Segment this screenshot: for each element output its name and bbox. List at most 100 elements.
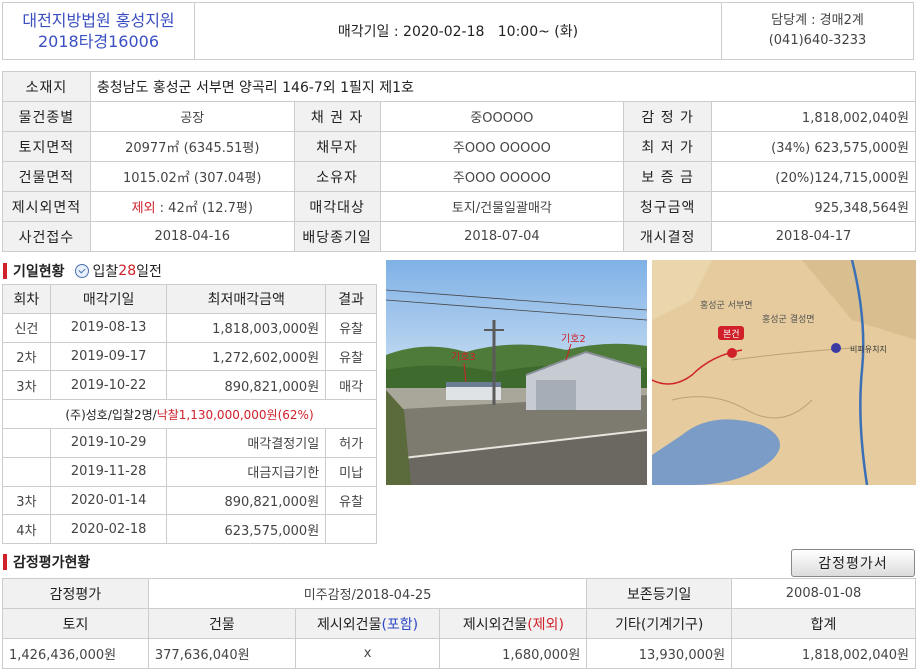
result: 허가 [325, 427, 377, 458]
minprice-value: (34%) 623,575,000원 [711, 131, 916, 162]
col-extra-excluded: 제시외건물(제외) [439, 608, 588, 639]
department-name: 담당계 : 경매2계 [771, 13, 864, 28]
col-extra-included: 제시외건물(포함) [294, 608, 441, 639]
appraisal-report-button[interactable]: 감정평가서 [791, 549, 915, 577]
excluded-value: 제외 : 42㎡ (12.7평) [89, 191, 295, 222]
amount: 1,818,003,000원 [166, 312, 327, 343]
bid-countdown: 입찰 28 일전 [74, 261, 162, 281]
received-value: 2018-04-16 [89, 221, 295, 252]
building-label: 건물면적 [2, 161, 91, 192]
result: 유찰 [325, 341, 377, 372]
clock-icon [74, 264, 89, 278]
amount: 대금지급기한 [166, 456, 327, 487]
appraisal-label: 감 정 가 [623, 101, 713, 132]
amount: 890,821,000원 [166, 370, 327, 401]
date: 2020-01-14 [49, 485, 168, 516]
map-marker-label: 본건 [723, 329, 740, 340]
history-row: 2019-11-28 대금지급기한 미납 [2, 456, 377, 487]
col-total: 합계 [731, 608, 916, 639]
saletarget-value: 토지/건물일괄매각 [379, 191, 625, 222]
address-value: 충청남도 홍성군 서부면 양곡리 146-7외 1필지 제1호 [89, 71, 916, 102]
col-excluded-tag: (제외) [527, 616, 564, 633]
round: 신건 [2, 312, 51, 343]
date: 2019-09-17 [49, 341, 168, 372]
photo-illustration: 기호2 기호3 [386, 260, 647, 485]
round: 3차 [2, 370, 51, 401]
court-info: 대전지방법원 홍성지원 2018타경16006 [3, 3, 195, 59]
amount: 890,821,000원 [166, 485, 327, 516]
col-building: 건물 [147, 608, 296, 639]
property-photo[interactable]: 기호2 기호3 [386, 260, 647, 485]
result [325, 514, 377, 545]
received-label: 사건접수 [2, 221, 91, 252]
round [2, 456, 51, 487]
type-value: 공장 [89, 101, 295, 132]
claim-value: 925,348,564원 [711, 191, 916, 222]
saletarget-label: 매각대상 [293, 191, 381, 222]
round: 4차 [2, 514, 51, 545]
result: 유찰 [325, 312, 377, 343]
extra-excluded-appraisal: 1,680,000원 [439, 638, 588, 669]
excluded-area: : 42㎡ (12.7평) [155, 201, 253, 216]
date: 2019-10-29 [49, 427, 168, 458]
appraisal-title: 감정평가현황 [13, 555, 91, 571]
col-amount: 최저매각금액 [166, 284, 327, 314]
land-label: 토지면적 [2, 131, 91, 162]
appraiser-value: 미주감정/2018-04-25 [147, 578, 588, 609]
appraisal-section-title: 감정평가현황 [3, 552, 90, 572]
minprice-label: 최 저 가 [623, 131, 713, 162]
deposit-value: (20%)124,715,000원 [711, 161, 916, 192]
col-land: 토지 [2, 608, 149, 639]
section-marker [3, 263, 7, 279]
col-other: 기타(기계기구) [586, 608, 733, 639]
deposit-label: 보 증 금 [623, 161, 713, 192]
date: 2019-10-22 [49, 370, 168, 401]
date: 2020-02-18 [49, 514, 168, 545]
start-label: 개시결정 [623, 221, 713, 252]
map-illustration: 본건 비파유치지 홍성군 서부면 홍성군 결성면 [652, 260, 916, 485]
court-name: 대전지방법원 홍성지원 [22, 11, 175, 30]
result: 미납 [325, 456, 377, 487]
dividend-label: 배당종기일 [293, 221, 381, 252]
type-label: 물건종별 [2, 101, 91, 132]
case-header: 대전지방법원 홍성지원 2018타경16006 매각기일 : 2020-02-1… [2, 2, 914, 60]
appraiser-label: 감정평가 [2, 578, 149, 609]
building-value: 1015.02㎡ (307.04평) [89, 161, 295, 192]
amount: 1,272,602,000원 [166, 341, 327, 372]
bidding-history-table: 회차 매각기일 최저매각금액 결과 신건 2019-08-13 1,818,00… [2, 284, 377, 545]
excluded-label: 제시외면적 [2, 191, 91, 222]
schedule-title: 기일현황 [13, 264, 65, 280]
sale-date: 매각기일 : 2020-02-18 10:00~ (화) [337, 24, 579, 40]
section-marker [3, 554, 7, 570]
building-appraisal: 377,636,040원 [147, 638, 296, 669]
creditor-value: 중OOOOO [379, 101, 625, 132]
date: 2019-08-13 [49, 312, 168, 343]
owner-value: 주OOO OOOOO [379, 161, 625, 192]
property-info-table: 소재지 충청남도 홍성군 서부면 양곡리 146-7외 1필지 제1호 물건종별… [2, 71, 916, 252]
col-extra-label: 제시외건물 [462, 616, 528, 633]
amount: 매각결정기일 [166, 427, 327, 458]
bid-suffix: 일전 [136, 264, 162, 280]
bid-days: 28 [118, 263, 137, 279]
photo-label-2: 기호2 [561, 333, 586, 345]
schedule-section-title: 기일현황 입찰 28 일전 [3, 261, 162, 281]
debtor-value: 주OOO OOOOO [379, 131, 625, 162]
history-row: 2019-10-29 매각결정기일 허가 [2, 427, 377, 458]
winner-prefix: (주)성호/입찰2명/ [65, 407, 157, 422]
extra-included-appraisal: x [294, 638, 441, 669]
photo-label-1: 기호3 [451, 351, 476, 363]
creditor-label: 채 권 자 [293, 101, 381, 132]
land-value: 20977㎡ (6345.51평) [89, 131, 295, 162]
winner-row: (주)성호/입찰2명/낙찰1,130,000,000원(62%) [2, 399, 377, 429]
other-appraisal: 13,930,000원 [586, 638, 733, 669]
registry-label: 보존등기일 [586, 578, 733, 609]
winner-note: (주)성호/입찰2명/낙찰1,130,000,000원(62%) [2, 399, 377, 429]
address-label: 소재지 [2, 71, 91, 102]
round: 2차 [2, 341, 51, 372]
history-row: 2차 2019-09-17 1,272,602,000원 유찰 [2, 341, 377, 372]
registry-value: 2008-01-08 [731, 578, 916, 609]
owner-label: 소유자 [293, 161, 381, 192]
location-map[interactable]: 본건 비파유치지 홍성군 서부면 홍성군 결성면 [652, 260, 916, 485]
case-number: 2018타경16006 [37, 32, 160, 51]
date: 2019-11-28 [49, 456, 168, 487]
